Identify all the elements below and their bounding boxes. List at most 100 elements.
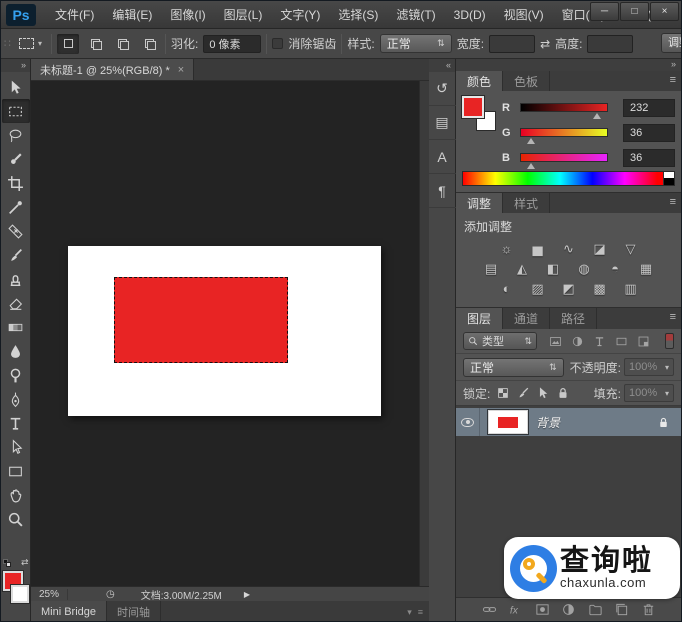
menu-item[interactable]: 编辑(E) bbox=[103, 6, 161, 23]
panel-tab[interactable]: 色板 bbox=[503, 71, 550, 91]
bottom-tab[interactable]: Mini Bridge bbox=[31, 601, 107, 622]
levels-icon[interactable]: ▅ bbox=[527, 241, 549, 257]
panel-menu-icon[interactable]: ≡ bbox=[418, 607, 423, 617]
photo-filter-icon[interactable]: ◍ bbox=[573, 261, 595, 277]
channel-value-input[interactable]: 232 bbox=[623, 99, 675, 117]
filter-pixel-layers-icon[interactable] bbox=[549, 335, 562, 348]
strip-expand-icon[interactable]: « bbox=[429, 59, 455, 72]
channel-value-input[interactable]: 36 bbox=[623, 149, 675, 167]
filter-type-layers-icon[interactable] bbox=[593, 335, 606, 348]
character-panel-icon[interactable]: A bbox=[429, 140, 456, 174]
dock-collapse-icon[interactable]: » bbox=[456, 59, 681, 71]
rectangle-tool[interactable] bbox=[2, 459, 30, 483]
close-tab-icon[interactable]: × bbox=[178, 64, 184, 76]
menu-item[interactable]: 选择(S) bbox=[329, 6, 387, 23]
swap-dimensions-icon[interactable]: ⇄ bbox=[540, 37, 550, 51]
lock-image-pixels-icon[interactable] bbox=[516, 386, 530, 400]
filter-shape-layers-icon[interactable] bbox=[615, 335, 628, 348]
add-mask-icon[interactable] bbox=[535, 602, 550, 617]
add-to-selection-button[interactable] bbox=[84, 34, 106, 54]
eraser-tool[interactable] bbox=[2, 291, 30, 315]
layer-style-icon[interactable] bbox=[508, 602, 523, 617]
channel-value-input[interactable]: 36 bbox=[623, 124, 675, 142]
zoom-tool[interactable] bbox=[2, 507, 30, 531]
bottom-tab[interactable]: 时间轴 bbox=[107, 601, 161, 622]
channel-slider[interactable] bbox=[520, 128, 608, 137]
menu-item[interactable]: 滤镜(T) bbox=[387, 6, 444, 23]
panel-tab[interactable]: 图层 bbox=[456, 308, 503, 329]
lasso-tool[interactable] bbox=[2, 123, 30, 147]
zoom-level[interactable]: 25% bbox=[31, 589, 68, 600]
menu-item[interactable]: 图层(L) bbox=[215, 6, 272, 23]
panel-tab[interactable]: 调整 bbox=[456, 193, 503, 213]
menu-item[interactable]: 文字(Y) bbox=[271, 6, 329, 23]
panel-tab[interactable]: 路径 bbox=[550, 308, 597, 329]
background-color-swatch[interactable] bbox=[11, 585, 29, 603]
vibrance-icon[interactable]: ▽ bbox=[620, 241, 642, 257]
menu-item[interactable]: 3D(D) bbox=[445, 8, 495, 22]
selection-marquee[interactable] bbox=[114, 277, 288, 363]
gradient-tool[interactable] bbox=[2, 315, 30, 339]
panel-menu-icon[interactable]: ≡ bbox=[670, 311, 676, 323]
refine-edge-button[interactable]: 调整边缘 bbox=[661, 33, 681, 53]
lock-all-icon[interactable] bbox=[556, 386, 570, 400]
blend-mode-select[interactable]: 正常 ⇅ bbox=[463, 358, 564, 377]
exposure-icon[interactable]: ◪ bbox=[589, 241, 611, 257]
subtract-from-selection-button[interactable] bbox=[111, 34, 133, 54]
channel-slider[interactable] bbox=[520, 103, 608, 112]
panel-tab[interactable]: 通道 bbox=[503, 308, 550, 329]
status-menu-arrow-icon[interactable]: ▶ bbox=[244, 590, 250, 599]
minimize-button[interactable]: ─ bbox=[590, 2, 619, 21]
menu-item[interactable]: 文件(F) bbox=[46, 6, 103, 23]
menu-item[interactable]: 图像(I) bbox=[161, 6, 214, 23]
blur-tool[interactable] bbox=[2, 339, 30, 363]
lock-transparent-pixels-icon[interactable] bbox=[496, 386, 510, 400]
color-lookup-icon[interactable]: ▦ bbox=[635, 261, 657, 277]
color-balance-icon[interactable]: ◭ bbox=[511, 261, 533, 277]
filter-adjustment-layers-icon[interactable] bbox=[571, 335, 584, 348]
layer-visibility-toggle[interactable] bbox=[456, 408, 480, 436]
panel-menu-icon[interactable]: ≡ bbox=[670, 74, 676, 86]
quick-selection-tool[interactable] bbox=[2, 147, 30, 171]
type-tool[interactable] bbox=[2, 411, 30, 435]
invert-icon[interactable]: ◐ bbox=[496, 281, 518, 297]
threshold-icon[interactable]: ◩ bbox=[558, 281, 580, 297]
rectangular-marquee-tool[interactable] bbox=[2, 99, 30, 123]
maximize-button[interactable]: □ bbox=[620, 2, 649, 21]
opacity-input[interactable]: 100% ▾ bbox=[624, 358, 674, 376]
channel-slider[interactable] bbox=[520, 153, 608, 162]
hue-saturation-icon[interactable]: ▤ bbox=[480, 261, 502, 277]
color-spectrum-ramp[interactable] bbox=[462, 171, 675, 186]
new-adjustment-layer-icon[interactable] bbox=[561, 602, 576, 617]
panel-tab[interactable]: 样式 bbox=[503, 193, 550, 213]
feather-input[interactable]: 0 像素 bbox=[203, 35, 261, 53]
document-tab[interactable]: 未标题-1 @ 25%(RGB/8) * × bbox=[31, 59, 194, 80]
channel-mixer-icon[interactable]: ◓ bbox=[604, 261, 626, 277]
layer-filter-toggle[interactable] bbox=[665, 333, 674, 349]
slider-thumb-icon[interactable] bbox=[527, 163, 535, 169]
tool-preset-button[interactable]: ▾ bbox=[15, 35, 46, 52]
new-group-icon[interactable] bbox=[588, 602, 603, 617]
crop-tool[interactable] bbox=[2, 171, 30, 195]
hand-tool[interactable] bbox=[2, 483, 30, 507]
default-colors-icon[interactable] bbox=[3, 559, 11, 567]
close-button[interactable]: × bbox=[650, 2, 679, 21]
chevron-down-icon[interactable]: ▾ bbox=[407, 607, 412, 618]
dodge-tool[interactable] bbox=[2, 363, 30, 387]
fill-input[interactable]: 100% ▾ bbox=[624, 384, 674, 402]
new-layer-icon[interactable] bbox=[614, 602, 629, 617]
selective-color-icon[interactable]: ▩ bbox=[589, 281, 611, 297]
height-input[interactable] bbox=[587, 35, 633, 53]
black-white-icon[interactable]: ◧ bbox=[542, 261, 564, 277]
posterize-icon[interactable]: ▨ bbox=[527, 281, 549, 297]
foreground-color-swatch[interactable] bbox=[462, 96, 484, 118]
intersect-selection-button[interactable] bbox=[138, 34, 160, 54]
filter-smart-objects-icon[interactable] bbox=[637, 335, 650, 348]
layer-thumbnail[interactable] bbox=[488, 410, 528, 434]
history-panel-icon[interactable]: ↺ bbox=[429, 72, 456, 106]
layer-row-background[interactable]: 背景 bbox=[456, 408, 681, 436]
black-swatch[interactable] bbox=[663, 178, 674, 185]
new-selection-button[interactable] bbox=[57, 34, 79, 54]
layer-name[interactable]: 背景 bbox=[536, 414, 560, 431]
spot-healing-brush-tool[interactable] bbox=[2, 219, 30, 243]
